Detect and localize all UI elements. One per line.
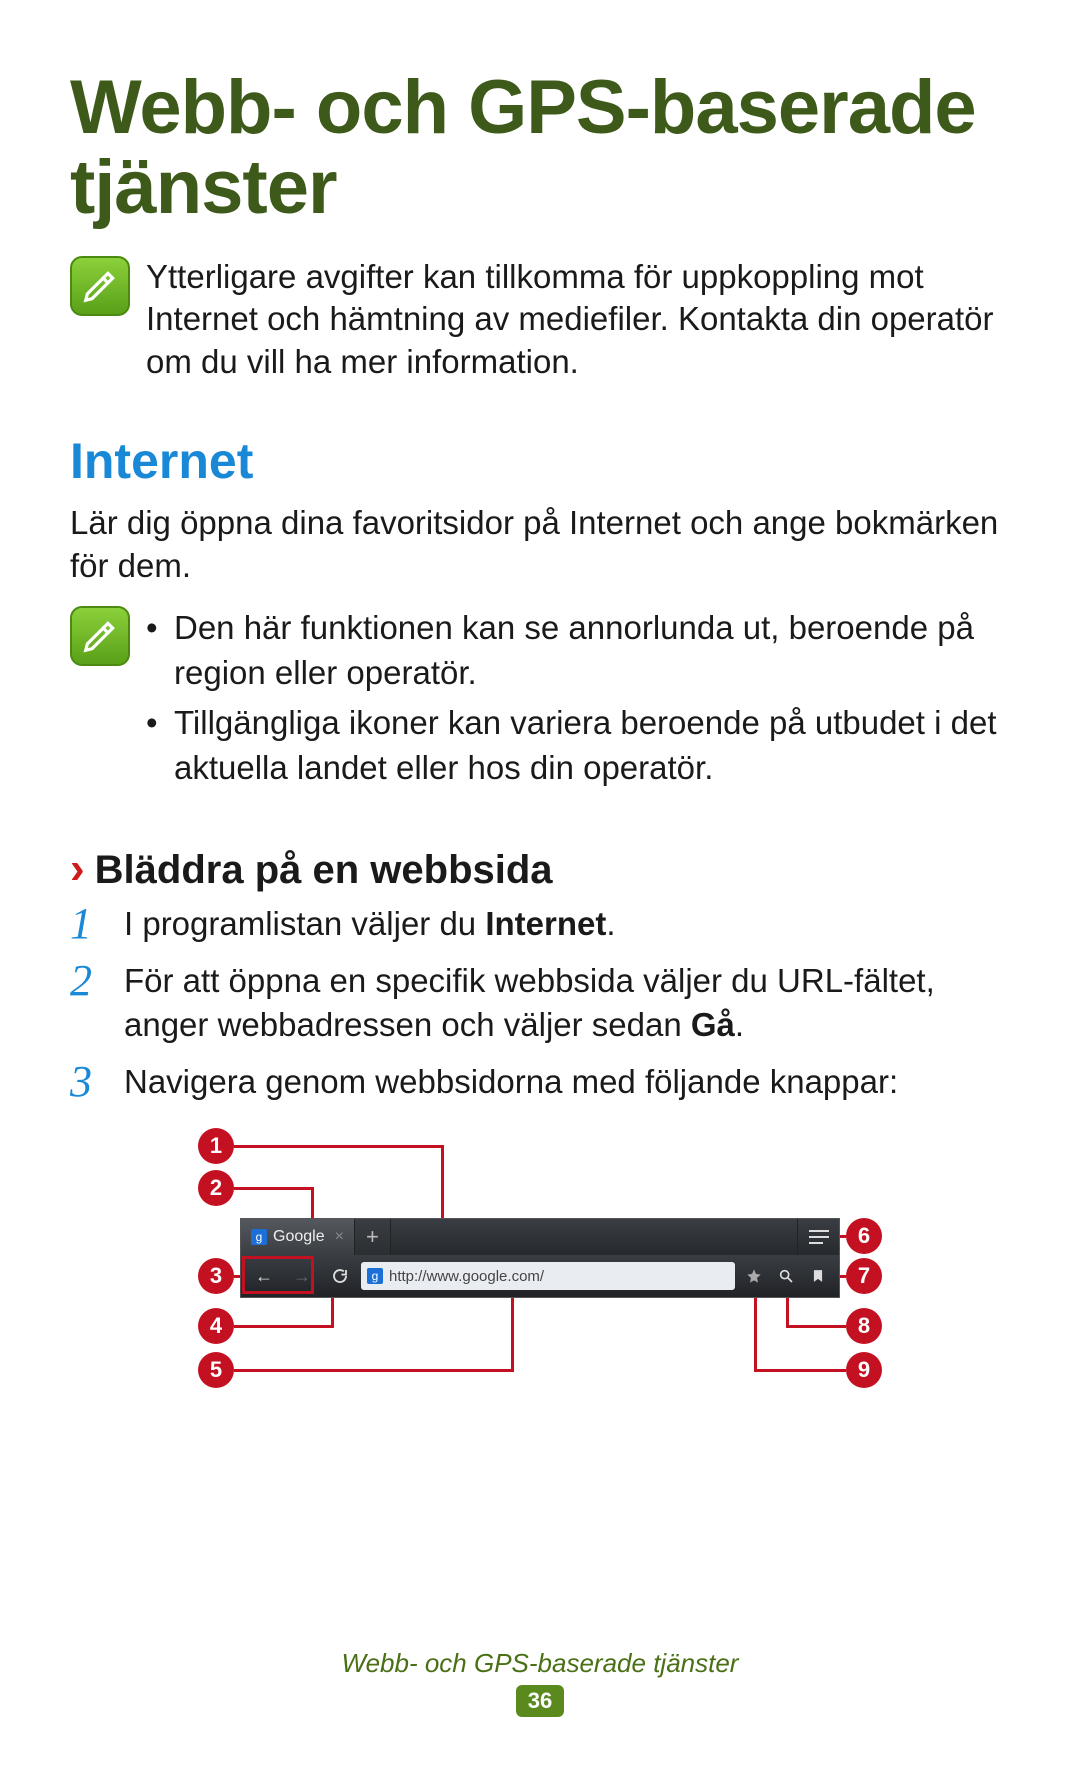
note-icon xyxy=(70,606,130,666)
page-footer: Webb- och GPS-baserade tjänster 36 xyxy=(0,1648,1080,1717)
star-button[interactable] xyxy=(739,1261,769,1291)
callout-2: 2 xyxy=(198,1170,234,1206)
close-tab-icon[interactable]: × xyxy=(335,1228,344,1246)
callout-5: 5 xyxy=(198,1352,234,1388)
back-button[interactable]: ← xyxy=(247,1261,281,1291)
step-item: 1 I programlistan väljer du Internet. xyxy=(70,902,1010,947)
note-list-item: Tillgängliga ikoner kan variera beroende… xyxy=(146,701,1010,790)
callout-3: 3 xyxy=(198,1258,234,1294)
callout-9: 9 xyxy=(846,1352,882,1388)
browser-diagram: g Google × + ← → g http://www.google. xyxy=(180,1128,900,1388)
callout-8: 8 xyxy=(846,1308,882,1344)
step-number: 1 xyxy=(70,902,106,947)
callout-7: 7 xyxy=(846,1258,882,1294)
callout-1: 1 xyxy=(198,1128,234,1164)
footer-text: Webb- och GPS-baserade tjänster xyxy=(0,1648,1080,1679)
subsection-heading: Bläddra på en webbsida xyxy=(95,848,553,893)
url-text: http://www.google.com/ xyxy=(389,1268,544,1285)
page-title: Webb- och GPS-baserade tjänster xyxy=(70,68,1010,228)
step-item: 2 För att öppna en specifik webbsida väl… xyxy=(70,959,1010,1048)
callout-4: 4 xyxy=(198,1308,234,1344)
note-block-2: Den här funktionen kan se annorlunda ut,… xyxy=(70,606,1010,796)
forward-button[interactable]: → xyxy=(285,1261,319,1291)
step-number: 2 xyxy=(70,959,106,1048)
section-heading: Internet xyxy=(70,432,1010,490)
subsection-heading-row: › Bläddra på en webbsida xyxy=(70,844,1010,894)
add-tab-button[interactable]: + xyxy=(355,1219,391,1255)
page-number: 36 xyxy=(516,1685,564,1717)
url-field[interactable]: g http://www.google.com/ xyxy=(361,1262,735,1290)
note-block-1: Ytterligare avgifter kan tillkomma för u… xyxy=(70,256,1010,385)
favicon-icon: g xyxy=(251,1229,267,1245)
section-intro: Lär dig öppna dina favoritsidor på Inter… xyxy=(70,502,1010,588)
search-button[interactable] xyxy=(771,1261,801,1291)
note-list-item: Den här funktionen kan se annorlunda ut,… xyxy=(146,606,1010,695)
browser-tab[interactable]: g Google × xyxy=(241,1219,355,1255)
browser-window: g Google × + ← → g http://www.google. xyxy=(240,1218,840,1298)
tab-bar: g Google × + xyxy=(241,1219,839,1255)
bookmarks-button[interactable] xyxy=(803,1261,833,1291)
step-number: 3 xyxy=(70,1060,106,1105)
note-text-1: Ytterligare avgifter kan tillkomma för u… xyxy=(146,256,1010,385)
favicon-icon: g xyxy=(367,1268,383,1284)
tab-label: Google xyxy=(273,1228,325,1246)
steps-list: 1 I programlistan väljer du Internet. 2 … xyxy=(70,902,1010,1104)
reload-button[interactable] xyxy=(323,1261,357,1291)
nav-bar: ← → g http://www.google.com/ xyxy=(241,1255,839,1297)
menu-button[interactable] xyxy=(797,1219,839,1255)
callout-6: 6 xyxy=(846,1218,882,1254)
note-icon xyxy=(70,256,130,316)
note-list: Den här funktionen kan se annorlunda ut,… xyxy=(146,606,1010,796)
chevron-icon: › xyxy=(70,844,85,894)
step-item: 3 Navigera genom webbsidorna med följand… xyxy=(70,1060,1010,1105)
